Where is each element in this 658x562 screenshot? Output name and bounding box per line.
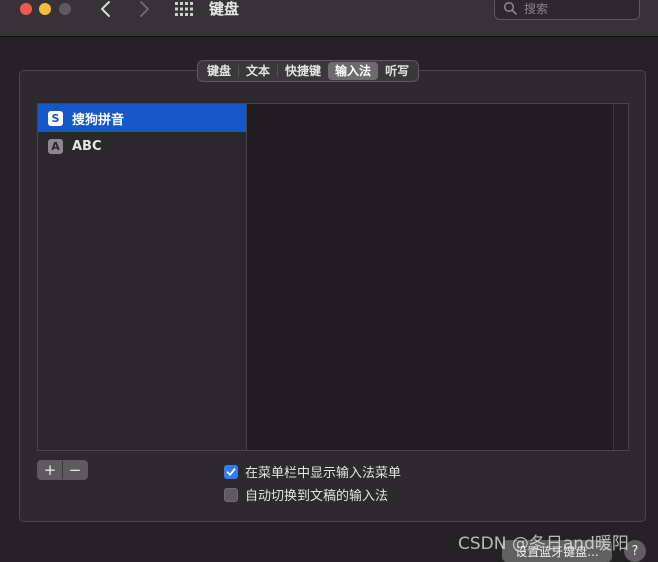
search-icon (503, 1, 517, 15)
input-source-label: 搜狗拼音 (72, 112, 125, 128)
auto-switch-checkbox[interactable] (224, 487, 238, 502)
sogou-pinyin-icon: S (48, 110, 63, 126)
search-field[interactable]: 搜索 (494, 0, 640, 20)
auto-switch-option[interactable]: 自动切换到文稿的输入法 (224, 485, 388, 504)
tab-shortcuts[interactable]: 快捷键 (278, 62, 328, 80)
minimize-window-button[interactable] (39, 3, 51, 15)
input-source-list: S 搜狗拼音 A ABC (37, 103, 247, 451)
abc-icon: A (48, 138, 63, 154)
zoom-window-button[interactable] (59, 3, 71, 15)
input-source-label: ABC (72, 138, 102, 154)
show-all-grid-icon[interactable] (174, 1, 194, 17)
tab-bar: 键盘 文本 快捷键 输入法 听写 (197, 60, 420, 82)
show-input-menu-checkbox[interactable] (224, 464, 238, 479)
show-input-menu-label: 在菜单栏中显示输入法菜单 (245, 466, 402, 481)
tab-text[interactable]: 文本 (239, 62, 277, 80)
list-controls: + − (37, 460, 88, 480)
input-source-item-sogou[interactable]: S 搜狗拼音 (38, 104, 246, 132)
window-title: 键盘 (209, 0, 240, 18)
input-source-item-abc[interactable]: A ABC (38, 132, 246, 160)
input-source-detail-pane (246, 103, 629, 451)
auto-switch-label: 自动切换到文稿的输入法 (245, 489, 389, 504)
detail-scrollbar[interactable] (613, 104, 628, 450)
title-bar: 键盘 搜索 (0, 0, 658, 37)
tab-dictation[interactable]: 听写 (378, 62, 416, 80)
watermark: CSDN @冬日and暖阳 (458, 534, 629, 554)
search-placeholder: 搜索 (524, 2, 549, 16)
show-input-menu-option[interactable]: 在菜单栏中显示输入法菜单 (224, 462, 401, 481)
back-arrow-icon[interactable] (96, 0, 116, 19)
add-input-source-button[interactable]: + (38, 461, 62, 479)
tab-keyboard[interactable]: 键盘 (200, 62, 238, 80)
checkmark-icon (226, 467, 236, 476)
remove-input-source-button[interactable]: − (63, 461, 87, 479)
close-window-button[interactable] (20, 3, 32, 15)
tab-input-sources[interactable]: 输入法 (328, 62, 379, 80)
forward-arrow-icon[interactable] (134, 0, 154, 19)
